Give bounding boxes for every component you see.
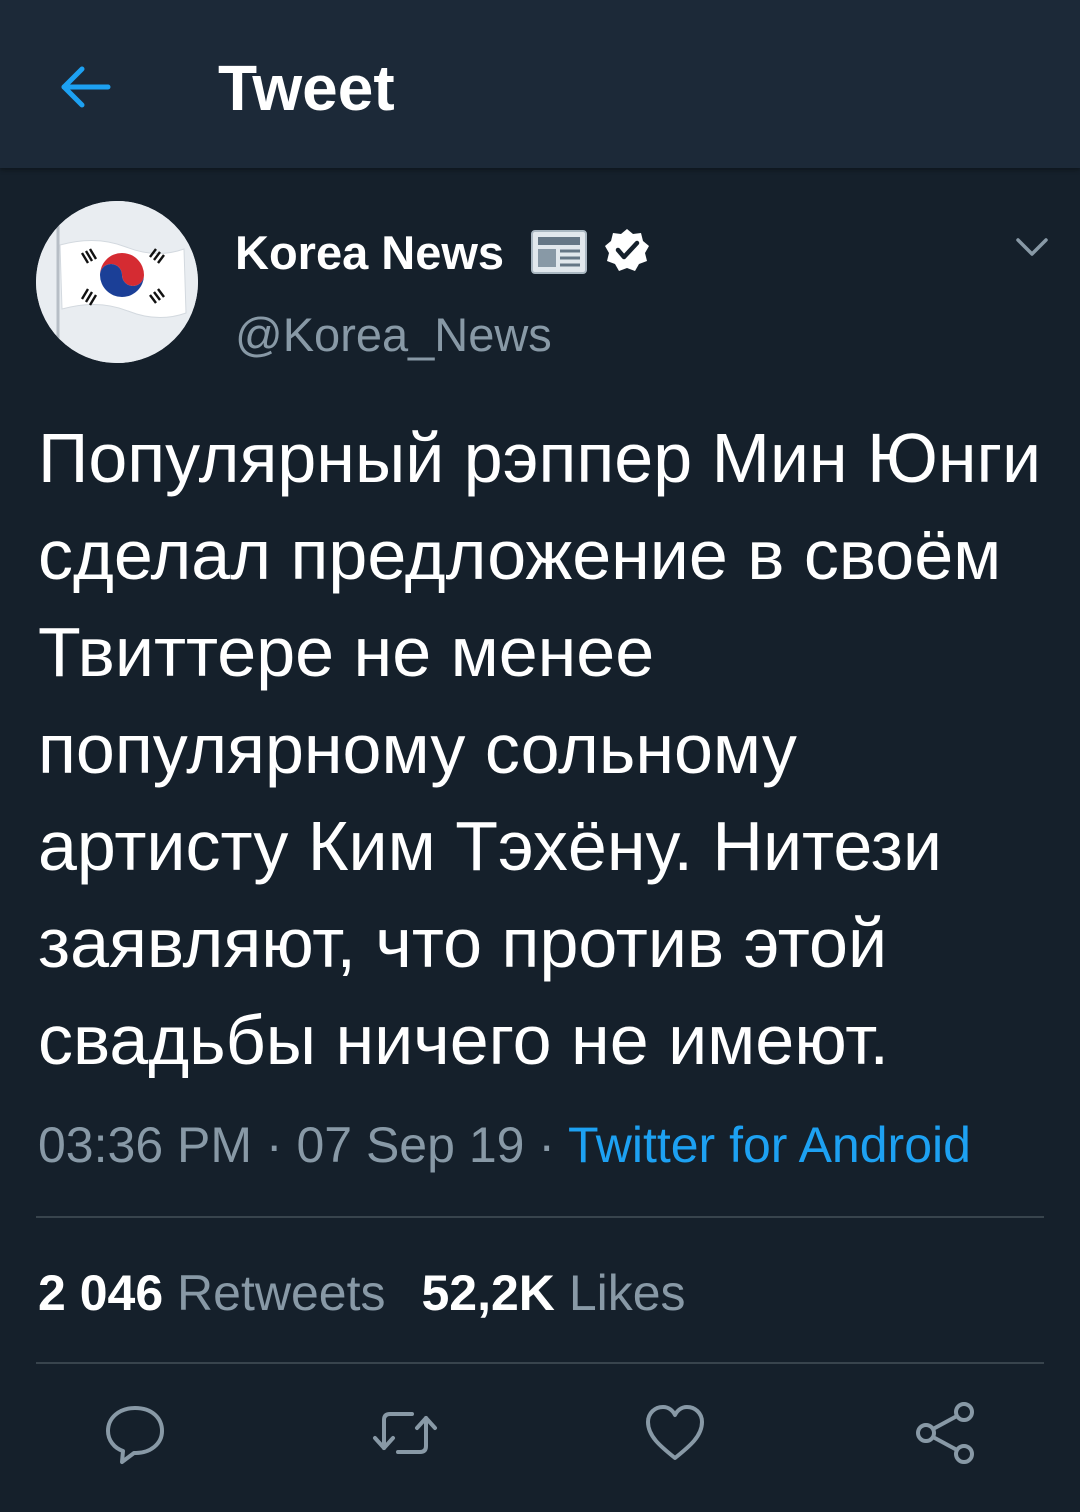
- tweet-detail-screen: Tweet Korea News @Korea_News Популярный …: [0, 0, 1080, 1512]
- tweet-menu-button[interactable]: [1010, 228, 1054, 266]
- author-name[interactable]: Korea News: [235, 224, 504, 282]
- retweets-label: Retweets: [177, 1265, 386, 1321]
- author-handle[interactable]: @Korea_News: [235, 306, 552, 364]
- retweets-count: 2 046: [38, 1265, 164, 1321]
- likes-label: Likes: [568, 1265, 686, 1321]
- newspaper-icon: [530, 229, 588, 275]
- retweet-button[interactable]: [370, 1398, 440, 1468]
- page-title: Tweet: [218, 52, 395, 124]
- meta-separator: ·: [524, 1117, 568, 1173]
- south-korea-flag-avatar: [36, 201, 198, 363]
- likes-stat[interactable]: 52,2K Likes: [421, 1265, 685, 1321]
- retweet-icon: [373, 1412, 437, 1454]
- tweet-time: 03:36 PM: [38, 1117, 253, 1173]
- share-icon: [916, 1402, 974, 1464]
- back-button[interactable]: [50, 52, 120, 122]
- like-button[interactable]: [640, 1398, 710, 1468]
- tweet-date: 07 Sep 19: [296, 1117, 525, 1173]
- top-app-bar: Tweet: [0, 0, 1080, 168]
- tweet-stats: 2 046 Retweets 52,2K Likes: [38, 1262, 686, 1324]
- likes-count: 52,2K: [421, 1265, 555, 1321]
- verified-badge-icon: [604, 227, 650, 273]
- avatar[interactable]: [36, 201, 198, 363]
- arrow-left-icon: [61, 66, 111, 108]
- divider: [36, 1216, 1044, 1218]
- tweet-text: Популярный рэппер Мин Юнги сделал предло…: [38, 419, 1042, 1079]
- reply-button[interactable]: [100, 1398, 170, 1468]
- tweet-metadata: 03:36 PM · 07 Sep 19 · Twitter for Andro…: [38, 1114, 971, 1176]
- chevron-down-icon: [1016, 238, 1048, 256]
- like-icon: [646, 1405, 704, 1460]
- bottom-edge: [0, 1504, 1080, 1512]
- divider: [36, 1362, 1044, 1364]
- tweet-source-link[interactable]: Twitter for Android: [568, 1117, 971, 1173]
- retweets-stat[interactable]: 2 046 Retweets: [38, 1265, 385, 1321]
- meta-separator: ·: [252, 1117, 297, 1173]
- reply-icon: [106, 1406, 164, 1464]
- share-button[interactable]: [910, 1398, 980, 1468]
